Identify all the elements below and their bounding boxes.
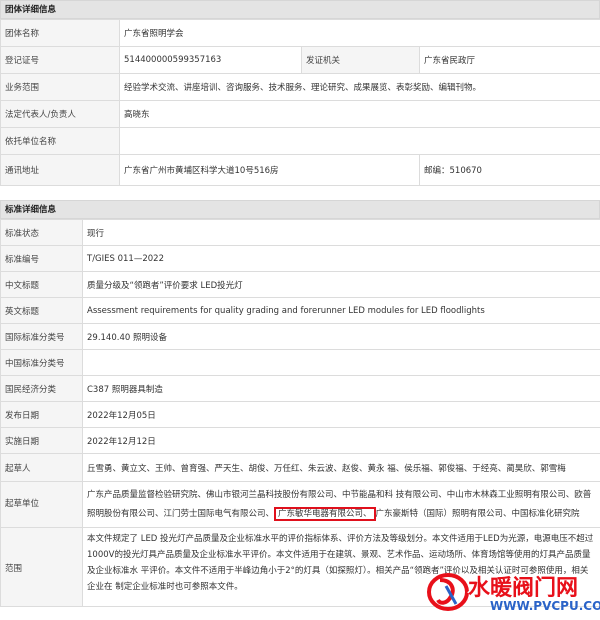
drafters-label: 起草人 xyxy=(0,453,83,482)
cn-title-label: 中文标题 xyxy=(0,271,83,298)
publish-date-value: 2022年12月05日 xyxy=(82,401,600,428)
table-row: 起草人 丘雪勇、黄立文、王帅、曾育强、严天生、胡俊、万任红、朱云波、赵俊、黄永 … xyxy=(0,453,600,482)
group-info-table: 团体名称 广东省照明学会 登记证号 514400000599357163 发证机… xyxy=(0,19,600,186)
highlighted-unit: 广东敏华电器有限公司、 xyxy=(274,506,376,521)
drafting-units-value: 广东产品质量监督检验研究院、佛山市银河兰晶科技股份有限公司、中节能晶和科 技有限… xyxy=(82,481,600,528)
econ-class-label: 国民经济分类 xyxy=(0,375,83,402)
en-title-label: 英文标题 xyxy=(0,297,83,324)
scope-value: 本文件规定了 LED 投光灯产品质量及企业标准水平的评价指标体系、评价方法及等级… xyxy=(82,527,600,607)
table-row: 实施日期 2022年12月12日 xyxy=(0,427,600,454)
table-row: 标准状态 现行 xyxy=(0,219,600,246)
reg-no-label: 登记证号 xyxy=(0,46,120,74)
table-row: 国民经济分类 C387 照明器具制造 xyxy=(0,375,600,402)
table-row: 中国标准分类号 xyxy=(0,349,600,376)
implement-date-value: 2022年12月12日 xyxy=(82,427,600,454)
issuer-value: 广东省民政厅 xyxy=(418,46,600,74)
issuer-label: 发证机关 xyxy=(301,46,420,74)
legal-rep-value: 高晓东 xyxy=(118,100,600,128)
address-label: 通讯地址 xyxy=(0,154,120,186)
business-scope-label: 业务范围 xyxy=(0,73,120,101)
standard-section-title: 标准详细信息 xyxy=(0,200,600,219)
table-row: 国际标准分类号 29.140.40 照明设备 xyxy=(0,323,600,350)
group-section-title: 团体详细信息 xyxy=(0,0,600,19)
table-row: 发布日期 2022年12月05日 xyxy=(0,401,600,428)
econ-class-value: C387 照明器具制造 xyxy=(82,375,600,402)
code-value: T/GIES 011—2022 xyxy=(82,245,600,272)
table-row: 范围 本文件规定了 LED 投光灯产品质量及企业标准水平的评价指标体系、评价方法… xyxy=(0,527,600,607)
group-name-label: 团体名称 xyxy=(0,19,120,47)
drafting-units-part2: 广东豪斯特（国际）照明有限公司、中国标准化研究院 xyxy=(375,508,580,519)
ics-value: 29.140.40 照明设备 xyxy=(82,323,600,350)
publish-date-label: 发布日期 xyxy=(0,401,83,428)
table-row: 通讯地址 广东省广州市黄埔区科学大道10号516房 邮编：510670 xyxy=(0,154,600,186)
reg-no-value: 514400000599357163 xyxy=(119,46,302,74)
table-row: 依托单位名称 xyxy=(0,127,600,155)
standard-section: 标准详细信息 标准状态 现行 标准编号 T/GIES 011—2022 中文标题… xyxy=(0,200,600,607)
dependent-unit-value xyxy=(118,127,600,155)
ccs-label: 中国标准分类号 xyxy=(0,349,83,376)
business-scope-value: 经验学术交流、讲座培训、咨询服务、技术服务、理论研究、成果展览、表彰奖励、编辑刊… xyxy=(118,73,600,101)
implement-date-label: 实施日期 xyxy=(0,427,83,454)
address-value: 广东省广州市黄埔区科学大道10号516房 xyxy=(119,154,420,186)
ccs-value xyxy=(82,349,600,376)
group-section: 团体详细信息 团体名称 广东省照明学会 登记证号 514400000599357… xyxy=(0,0,600,186)
scope-label: 范围 xyxy=(0,527,83,607)
table-row: 业务范围 经验学术交流、讲座培训、咨询服务、技术服务、理论研究、成果展览、表彰奖… xyxy=(0,73,600,101)
legal-rep-label: 法定代表人/负责人 xyxy=(0,100,120,128)
table-row: 起草单位 广东产品质量监督检验研究院、佛山市银河兰晶科技股份有限公司、中节能晶和… xyxy=(0,481,600,528)
code-label: 标准编号 xyxy=(0,245,83,272)
standard-info-table: 标准状态 现行 标准编号 T/GIES 011—2022 中文标题 质量分级及“… xyxy=(0,219,600,607)
table-row: 法定代表人/负责人 高晓东 xyxy=(0,100,600,128)
drafters-value: 丘雪勇、黄立文、王帅、曾育强、严天生、胡俊、万任红、朱云波、赵俊、黄永 福、侯乐… xyxy=(82,453,600,482)
ics-label: 国际标准分类号 xyxy=(0,323,83,350)
drafting-units-label: 起草单位 xyxy=(0,481,83,528)
status-value: 现行 xyxy=(82,219,600,246)
table-row: 英文标题 Assessment requirements for quality… xyxy=(0,297,600,324)
table-row: 中文标题 质量分级及“领跑者”评价要求 LED投光灯 xyxy=(0,271,600,298)
table-row: 团体名称 广东省照明学会 xyxy=(0,19,600,47)
dependent-unit-label: 依托单位名称 xyxy=(0,127,120,155)
en-title-value: Assessment requirements for quality grad… xyxy=(82,297,600,324)
table-row: 标准编号 T/GIES 011—2022 xyxy=(0,245,600,272)
cn-title-value: 质量分级及“领跑者”评价要求 LED投光灯 xyxy=(82,271,600,298)
postcode-value: 邮编：510670 xyxy=(418,154,600,186)
table-row: 登记证号 514400000599357163 发证机关 广东省民政厅 xyxy=(0,46,600,74)
group-name-value: 广东省照明学会 xyxy=(118,19,600,47)
status-label: 标准状态 xyxy=(0,219,83,246)
